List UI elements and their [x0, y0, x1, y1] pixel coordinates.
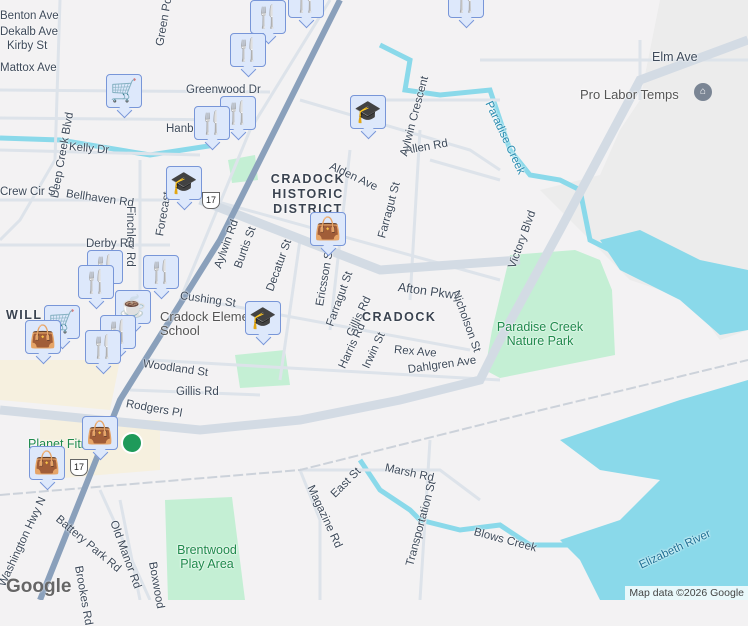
park-label[interactable]: Paradise Creek Nature Park	[490, 320, 590, 348]
restaurant-icon[interactable]: 🍴	[288, 0, 324, 18]
restaurant-icon[interactable]: 🍴	[78, 265, 114, 299]
shopping-bag-icon[interactable]: 👜	[25, 320, 61, 354]
shopping-bag-icon[interactable]: 👜	[29, 446, 65, 480]
street-label: Greenwood Dr	[186, 84, 261, 96]
business-label[interactable]: Pro Labor Temps	[580, 87, 679, 102]
school-icon[interactable]: 🎓	[350, 95, 386, 129]
district-label: CRADOCK HISTORIC DISTRICT	[270, 172, 346, 216]
place-pin-icon[interactable]	[121, 432, 143, 454]
restaurant-icon[interactable]: 🍴	[448, 0, 484, 18]
building-icon[interactable]: ⌂	[694, 83, 712, 101]
street-label: Dekalb Ave	[0, 26, 58, 38]
restaurant-icon[interactable]: 🍴	[143, 255, 179, 289]
us17-shield: 17	[202, 192, 220, 209]
restaurant-icon[interactable]: 🍴	[194, 106, 230, 140]
us17-shield: 17	[70, 459, 88, 476]
school-icon[interactable]: 🎓	[245, 301, 281, 335]
street-label: Gillis Rd	[176, 386, 219, 398]
restaurant-icon[interactable]: 🍴	[230, 33, 266, 67]
restaurant-icon[interactable]: 🍴	[85, 330, 121, 364]
restaurant-icon[interactable]: 🍴	[250, 0, 286, 34]
street-label: Kirby St	[7, 40, 48, 52]
street-label: Elm Ave	[652, 50, 698, 64]
street-label: Finchley Rd	[124, 206, 136, 267]
street-label: Mattox Ave	[0, 62, 57, 74]
google-logo: Google	[6, 576, 72, 597]
street-label: Benton Ave	[0, 10, 59, 22]
school-icon[interactable]: 🎓	[166, 166, 202, 200]
street-label: Crew Cir S	[0, 186, 56, 198]
map-attribution[interactable]: Map data ©2026 Google	[625, 586, 748, 600]
shopping-bag-icon[interactable]: 👜	[310, 212, 346, 246]
park-label[interactable]: Brentwood Play Area	[172, 543, 242, 571]
district-label: CRADOCK	[362, 310, 437, 324]
shopping-cart-icon[interactable]: 🛒	[106, 74, 142, 108]
street-label: Derby Rd	[86, 238, 135, 250]
shopping-bag-icon[interactable]: 👜	[82, 416, 118, 450]
